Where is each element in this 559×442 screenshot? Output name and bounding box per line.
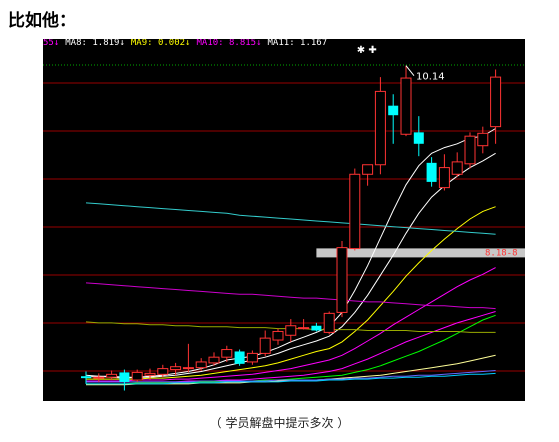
candle-body [182, 367, 194, 370]
candle-body [438, 167, 450, 189]
candle-body [106, 373, 118, 378]
candle-body [362, 164, 374, 175]
candle-body [311, 325, 322, 331]
candle-body [208, 356, 220, 364]
ma-legend-item: MA11: 1.167 [267, 39, 328, 48]
candle-body [157, 368, 169, 375]
ma-legend-item: MA9: 0.002↓ [130, 39, 191, 48]
candle-body [119, 372, 130, 382]
candle-body [374, 90, 386, 166]
peak-label: 10.14 [416, 72, 445, 83]
candle-body [144, 372, 156, 376]
chart-caption: （ 学员解盘中提示多次 ） [209, 416, 350, 430]
ma-legend-item: 55↓ [43, 39, 60, 48]
candle-body [272, 330, 284, 341]
ma-legend-item: MA10: 8.815↓ [196, 39, 262, 48]
candle-body [323, 312, 335, 333]
candle-body [93, 376, 105, 379]
candle-body [451, 161, 463, 175]
ma-line [85, 202, 496, 235]
candle-body [195, 361, 207, 369]
ma-line [85, 152, 496, 378]
ma-line [86, 206, 496, 380]
candle-body [170, 366, 182, 371]
kline-chart-canvas: 8.18-8 10.14 ✱ ✚ [43, 45, 525, 391]
price-tag-label: 8.18-8 [485, 248, 518, 258]
candle-body [464, 135, 476, 165]
candle-body [81, 376, 91, 379]
candle-body [388, 105, 399, 116]
ma-legend-item: MA8: 1.819↓ [65, 39, 125, 48]
candle-body [298, 327, 310, 330]
candle-body [131, 371, 143, 381]
kline-chart[interactable]: 8.18-8 10.14 ✱ ✚ 55↓ MA8: 1.819↓ MA9: 0.002↓… [43, 39, 525, 401]
candle-body [221, 349, 233, 358]
ma-line [85, 282, 496, 310]
candle-body [234, 351, 245, 364]
candle-body [490, 76, 502, 128]
candle-body [246, 352, 258, 363]
candle-body [400, 77, 412, 135]
candle-body [285, 325, 297, 336]
candle-body [259, 337, 271, 354]
candle-body [349, 173, 361, 250]
candle-body [426, 162, 437, 182]
page-heading: 比如他： [8, 11, 76, 31]
signal-markers: ✱ ✚ [357, 45, 377, 56]
candle-body [336, 247, 348, 313]
ma-legend-bar: 55↓ MA8: 1.819↓ MA9: 0.002↓ MA10: 8.815↓ MA1… [43, 39, 333, 49]
candle-body [413, 132, 424, 144]
peak-pointer [405, 65, 415, 76]
candle-body [477, 132, 489, 147]
